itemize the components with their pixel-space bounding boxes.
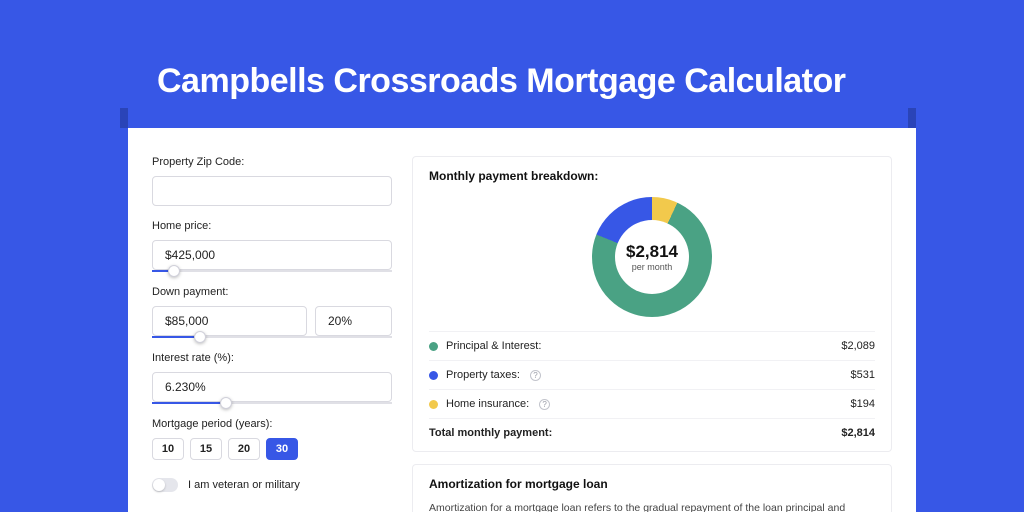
donut-center: $2,814 per month — [626, 242, 678, 272]
donut-amount: $2,814 — [626, 242, 678, 262]
breakdown-label: Home insurance: — [446, 398, 529, 410]
period-option-15[interactable]: 15 — [190, 438, 222, 460]
donut-holder: $2,814 per month — [429, 193, 875, 331]
dot-icon — [429, 371, 438, 380]
zip-input[interactable] — [152, 176, 392, 206]
breakdown-total-value: $2,814 — [841, 427, 875, 439]
down-label: Down payment: — [152, 286, 392, 298]
period-option-10[interactable]: 10 — [152, 438, 184, 460]
rate-slider[interactable] — [152, 402, 392, 404]
veteran-toggle[interactable] — [152, 478, 178, 492]
calculator-panel: Property Zip Code: Home price: Down paym… — [128, 128, 916, 512]
price-field-wrap: Home price: — [152, 220, 392, 272]
dot-icon — [429, 400, 438, 409]
breakdown-label: Principal & Interest: — [446, 340, 541, 352]
period-option-30[interactable]: 30 — [266, 438, 298, 460]
inputs-column: Property Zip Code: Home price: Down paym… — [152, 156, 392, 512]
amortization-title: Amortization for mortgage loan — [429, 477, 875, 491]
rate-field-wrap: Interest rate (%): — [152, 352, 392, 404]
period-label: Mortgage period (years): — [152, 418, 392, 430]
zip-field-wrap: Property Zip Code: — [152, 156, 392, 206]
price-slider-thumb[interactable] — [168, 265, 180, 277]
payment-donut-chart: $2,814 per month — [592, 197, 712, 317]
veteran-row: I am veteran or military — [152, 478, 392, 492]
decorative-shadow-right — [908, 108, 916, 128]
rate-slider-fill — [152, 402, 226, 404]
price-label: Home price: — [152, 220, 392, 232]
amortization-text: Amortization for a mortgage loan refers … — [429, 501, 875, 512]
dot-icon — [429, 342, 438, 351]
breakdown-value: $194 — [851, 398, 875, 410]
breakdown-value: $2,089 — [841, 340, 875, 352]
down-slider[interactable] — [152, 336, 392, 338]
down-slider-fill — [152, 336, 200, 338]
down-amount-input[interactable] — [152, 306, 307, 336]
breakdown-title: Monthly payment breakdown: — [429, 169, 875, 183]
veteran-label: I am veteran or military — [188, 479, 300, 491]
period-field-wrap: Mortgage period (years): 10 15 20 30 — [152, 418, 392, 460]
breakdown-row-principal: Principal & Interest: $2,089 — [429, 331, 875, 360]
breakdown-row-insurance: Home insurance: ? $194 — [429, 389, 875, 418]
amortization-card: Amortization for mortgage loan Amortizat… — [412, 464, 892, 512]
period-options: 10 15 20 30 — [152, 438, 392, 460]
down-slider-thumb[interactable] — [194, 331, 206, 343]
info-icon[interactable]: ? — [530, 370, 541, 381]
results-column: Monthly payment breakdown: $2,814 per mo… — [412, 156, 892, 512]
breakdown-label: Property taxes: — [446, 369, 520, 381]
price-slider[interactable] — [152, 270, 392, 272]
breakdown-card: Monthly payment breakdown: $2,814 per mo… — [412, 156, 892, 452]
donut-sub: per month — [626, 262, 678, 272]
decorative-shadow-left — [120, 108, 128, 128]
info-icon[interactable]: ? — [539, 399, 550, 410]
down-pct-input[interactable] — [315, 306, 392, 336]
price-input[interactable] — [152, 240, 392, 270]
rate-input[interactable] — [152, 372, 392, 402]
breakdown-total-label: Total monthly payment: — [429, 427, 552, 439]
breakdown-row-total: Total monthly payment: $2,814 — [429, 418, 875, 447]
rate-label: Interest rate (%): — [152, 352, 392, 364]
rate-slider-thumb[interactable] — [220, 397, 232, 409]
breakdown-row-taxes: Property taxes: ? $531 — [429, 360, 875, 389]
zip-label: Property Zip Code: — [152, 156, 392, 168]
veteran-toggle-knob — [153, 479, 165, 491]
page-title: Campbells Crossroads Mortgage Calculator — [157, 62, 846, 101]
period-option-20[interactable]: 20 — [228, 438, 260, 460]
breakdown-value: $531 — [851, 369, 875, 381]
down-field-wrap: Down payment: — [152, 286, 392, 338]
